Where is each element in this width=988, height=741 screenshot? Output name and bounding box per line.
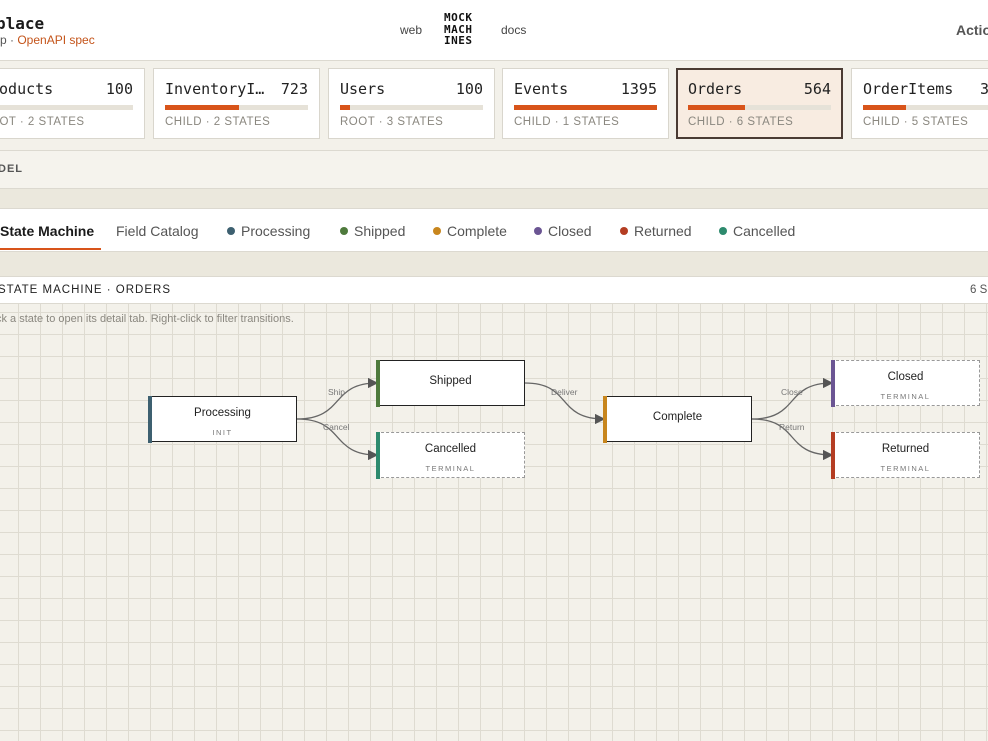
panel-title: STATE MACHINE · ORDERS	[0, 284, 171, 296]
state-name: Processing	[194, 407, 251, 419]
tab-processing[interactable]: Processing	[227, 223, 310, 239]
entity-card-orderitems[interactable]: OrderItems 3 CHILD · 5 STATES	[851, 68, 988, 139]
state-node-shipped[interactable]: Shipped	[375, 359, 525, 407]
entity-card-inventory[interactable]: InventoryI… 723 CHILD · 2 STATES	[153, 68, 320, 139]
entity-name: roducts	[0, 80, 54, 98]
entity-progress-fill	[688, 105, 746, 110]
entity-card-events[interactable]: Events 1395 CHILD · 1 STATES	[502, 68, 669, 139]
tab-bar: State Machine Field Catalog Processing S…	[0, 208, 988, 252]
state-tag: TERMINAL	[880, 464, 931, 473]
entity-progress-fill	[514, 105, 657, 110]
entity-count: 564	[803, 80, 831, 98]
panel-state-count: 6 S	[970, 284, 988, 296]
entity-name: Events	[514, 80, 569, 98]
tab-shipped[interactable]: Shipped	[340, 223, 405, 239]
tab-label: Shipped	[354, 223, 406, 239]
entity-progress-fill	[165, 105, 240, 110]
state-name: Cancelled	[424, 443, 477, 455]
state-name: Closed	[887, 371, 924, 383]
state-tag: TERMINAL	[880, 392, 931, 401]
tab-label: Processing	[241, 223, 311, 239]
state-node-returned[interactable]: Returned TERMINAL	[830, 431, 980, 479]
entity-count: 723	[280, 80, 308, 98]
tab-label: Field Catalog	[116, 223, 199, 239]
entity-count: 100	[105, 80, 133, 98]
entity-progress-bar	[514, 105, 657, 110]
entity-progress-bar	[688, 105, 831, 110]
app-title: place	[0, 14, 45, 33]
entity-progress-fill	[863, 105, 906, 110]
entity-card-users[interactable]: Users 100 ROOT · 3 STATES	[328, 68, 495, 139]
state-node-processing[interactable]: Processing INIT	[147, 395, 297, 443]
tab-label: Returned	[634, 223, 692, 239]
entity-card-orders[interactable]: Orders 564 CHILD · 6 STATES	[676, 68, 843, 139]
state-dot-icon	[719, 227, 727, 235]
entity-progress-bar	[165, 105, 308, 110]
state-name: Returned	[881, 443, 930, 455]
active-tab-indicator	[0, 248, 101, 250]
tab-label: State Machine	[0, 223, 95, 239]
entity-count: 3	[980, 80, 988, 98]
state-dot-icon	[340, 227, 348, 235]
state-name: Complete	[652, 411, 703, 423]
entity-progress-fill	[340, 105, 350, 110]
entity-progress-bar	[0, 105, 133, 110]
state-name: Shipped	[429, 375, 472, 387]
tab-cancelled[interactable]: Cancelled	[719, 223, 795, 239]
logo[interactable]: MOCK MACH INES	[444, 12, 473, 47]
state-tag: TERMINAL	[425, 464, 476, 473]
entity-name: Orders	[688, 80, 743, 98]
logo-line: MOCK	[444, 11, 473, 24]
canvas-hint: ck a state to open its detail tab. Right…	[0, 313, 294, 325]
tab-state-machine[interactable]: State Machine	[0, 223, 94, 239]
entity-progress-bar	[340, 105, 483, 110]
entity-meta: CHILD · 1 STATES	[514, 116, 620, 128]
state-dot-icon	[433, 227, 441, 235]
tab-label: Cancelled	[733, 223, 796, 239]
tab-complete[interactable]: Complete	[433, 223, 507, 239]
section-label: DEL	[0, 163, 23, 175]
tab-returned[interactable]: Returned	[620, 223, 692, 239]
state-tag: INIT	[212, 428, 233, 437]
nav-web-link[interactable]: web	[400, 23, 422, 37]
openapi-spec-link[interactable]: OpenAPI spec	[17, 33, 94, 47]
tab-field-catalog[interactable]: Field Catalog	[116, 223, 199, 239]
entity-meta: CHILD · 2 STATES	[165, 116, 271, 128]
state-dot-icon	[227, 227, 235, 235]
entity-count: 1395	[620, 80, 657, 98]
state-node-cancelled[interactable]: Cancelled TERMINAL	[375, 431, 525, 479]
tab-divider	[0, 252, 988, 276]
entity-meta: OOT · 2 STATES	[0, 116, 85, 128]
state-dot-icon	[534, 227, 542, 235]
actions-button[interactable]: Actio	[956, 22, 988, 38]
entity-name: InventoryI…	[165, 80, 265, 98]
tab-closed[interactable]: Closed	[534, 223, 592, 239]
state-dot-icon	[620, 227, 628, 235]
logo-line: INES	[444, 34, 473, 47]
entity-progress-bar	[863, 105, 988, 110]
app-header: place xp · OpenAPI spec web MOCK MACH IN…	[0, 0, 988, 61]
state-node-complete[interactable]: Complete	[602, 395, 752, 443]
tab-label: Closed	[548, 223, 592, 239]
nav-docs-link[interactable]: docs	[501, 23, 526, 37]
panel-header: STATE MACHINE · ORDERS 6 S	[0, 276, 988, 304]
entity-meta: CHILD · 5 STATES	[863, 116, 969, 128]
entity-name: OrderItems	[863, 80, 954, 98]
app-subtitle: xp · OpenAPI spec	[0, 33, 95, 47]
entity-name: Users	[340, 80, 386, 98]
app-subtitle-prefix: xp ·	[0, 33, 15, 47]
section-header: DEL	[0, 150, 988, 188]
state-node-closed[interactable]: Closed TERMINAL	[830, 359, 980, 407]
tab-label: Complete	[447, 223, 507, 239]
entity-card-products[interactable]: roducts 100 OOT · 2 STATES	[0, 68, 145, 139]
entity-meta: ROOT · 3 STATES	[340, 116, 444, 128]
section-divider	[0, 188, 988, 208]
entity-count: 100	[455, 80, 483, 98]
entity-meta: CHILD · 6 STATES	[688, 116, 794, 128]
